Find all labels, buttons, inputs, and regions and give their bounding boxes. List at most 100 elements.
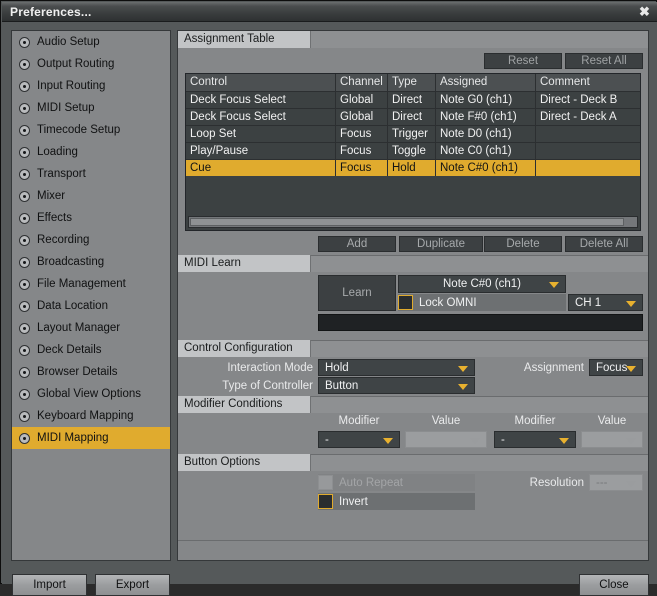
sidebar-item-label: Data Location bbox=[37, 300, 108, 312]
sidebar-item-midi-setup[interactable]: MIDI Setup bbox=[12, 97, 170, 119]
delete-button[interactable]: Delete bbox=[484, 236, 562, 252]
sidebar-item-keyboard-mapping[interactable]: Keyboard Mapping bbox=[12, 405, 170, 427]
invert-row[interactable]: Invert bbox=[318, 493, 475, 510]
sidebar-item-timecode-setup[interactable]: Timecode Setup bbox=[12, 119, 170, 141]
dialog-body: Audio Setup Output RoutingInput Routing MI… bbox=[2, 22, 657, 584]
sidebar-item-effects[interactable]: Effects bbox=[12, 207, 170, 229]
interaction-mode-dropdown[interactable]: Hold bbox=[318, 359, 475, 376]
control-configuration-section-title: Control Configuration bbox=[178, 340, 311, 357]
column-header-assigned[interactable]: Assigned bbox=[436, 74, 536, 91]
modifier-2-dropdown[interactable]: - bbox=[494, 431, 576, 448]
preferences-window: Preferences... ✖ Audio SetupOutput Routi… bbox=[0, 0, 657, 584]
table-cell-assigned: Note G0 (ch1) bbox=[436, 91, 536, 108]
table-row[interactable]: CueFocusHoldNote C#0 (ch1) bbox=[186, 159, 640, 176]
radio-icon bbox=[19, 411, 30, 422]
table-row[interactable]: Play/PauseFocusToggleNote C0 (ch1) bbox=[186, 142, 640, 159]
close-button[interactable]: Close bbox=[579, 574, 649, 596]
table-row[interactable]: Loop SetFocusTriggerNote D0 (ch1) bbox=[186, 125, 640, 142]
radio-icon bbox=[19, 235, 30, 246]
table-cell-comment: Direct - Deck A bbox=[536, 108, 640, 125]
learn-button[interactable]: Learn bbox=[318, 275, 396, 311]
reset-button[interactable]: Reset bbox=[484, 53, 562, 69]
midi-note-dropdown[interactable]: Note C#0 (ch1) bbox=[398, 275, 566, 293]
sidebar-item-input-routing[interactable]: Input Routing bbox=[12, 75, 170, 97]
lock-omni-checkbox[interactable] bbox=[398, 295, 413, 310]
chevron-down-icon bbox=[470, 438, 480, 444]
sidebar-item-label: Global View Options bbox=[37, 388, 141, 400]
sidebar-item-browser-details[interactable]: Browser Details bbox=[12, 361, 170, 383]
table-cell-type: Trigger bbox=[388, 125, 436, 142]
table-cell-assigned: Note C0 (ch1) bbox=[436, 142, 536, 159]
export-button[interactable]: Export bbox=[95, 574, 170, 596]
lock-omni-row[interactable]: Lock OMNI bbox=[398, 294, 566, 311]
auto-repeat-label: Auto Repeat bbox=[339, 477, 403, 489]
duplicate-button[interactable]: Duplicate bbox=[399, 236, 483, 252]
column-header-comment[interactable]: Comment bbox=[536, 74, 640, 91]
modifier-conditions-section-title: Modifier Conditions bbox=[178, 396, 311, 413]
sidebar-item-transport[interactable]: Transport bbox=[12, 163, 170, 185]
sidebar-item-data-location[interactable]: Data Location bbox=[12, 295, 170, 317]
type-of-controller-label: Type of Controller bbox=[188, 380, 313, 392]
sidebar-item-audio-setup[interactable]: Audio Setup bbox=[12, 31, 170, 53]
table-cell-assigned: Note D0 (ch1) bbox=[436, 125, 536, 142]
sidebar-item-label: Keyboard Mapping bbox=[37, 410, 134, 422]
table-cell-assigned: Note F#0 (ch1) bbox=[436, 108, 536, 125]
modifier-2-label: Modifier bbox=[494, 415, 576, 427]
table-cell-comment bbox=[536, 125, 640, 142]
sidebar-item-label: Audio Setup bbox=[37, 36, 100, 48]
reset-all-button[interactable]: Reset All bbox=[565, 53, 643, 69]
resolution-value: --- bbox=[596, 477, 608, 489]
sidebar-item-loading[interactable]: Loading bbox=[12, 141, 170, 163]
radio-icon bbox=[19, 59, 30, 70]
table-row[interactable]: Deck Focus SelectGlobalDirectNote F#0 (c… bbox=[186, 108, 640, 125]
import-button[interactable]: Import bbox=[12, 574, 87, 596]
type-of-controller-dropdown[interactable]: Button bbox=[318, 377, 475, 394]
value-2-dropdown[interactable] bbox=[581, 431, 643, 448]
midi-channel-dropdown[interactable]: CH 1 bbox=[568, 294, 643, 311]
table-cell-comment: Direct - Deck B bbox=[536, 91, 640, 108]
column-header-type[interactable]: Type bbox=[388, 74, 436, 91]
sidebar-item-recording[interactable]: Recording bbox=[12, 229, 170, 251]
radio-icon bbox=[19, 257, 30, 268]
resolution-dropdown[interactable]: --- bbox=[589, 474, 643, 491]
invert-checkbox[interactable] bbox=[318, 494, 333, 509]
radio-icon bbox=[19, 169, 30, 180]
close-x-icon[interactable]: ✖ bbox=[637, 4, 652, 19]
sidebar-item-label: Browser Details bbox=[37, 366, 118, 378]
sidebar-item-label: Deck Details bbox=[37, 344, 102, 356]
sidebar-item-global-view-options[interactable]: Global View Options bbox=[12, 383, 170, 405]
chevron-down-icon bbox=[559, 438, 569, 444]
assignment-table[interactable]: Control Channel Type Assigned Comment De… bbox=[185, 73, 641, 231]
delete-all-button[interactable]: Delete All bbox=[565, 236, 643, 252]
sidebar-item-file-management[interactable]: File Management bbox=[12, 273, 170, 295]
auto-repeat-checkbox[interactable] bbox=[318, 475, 333, 490]
sidebar-item-broadcasting[interactable]: Broadcasting bbox=[12, 251, 170, 273]
sidebar-item-label: MIDI Setup bbox=[37, 102, 95, 114]
modifier-1-dropdown[interactable]: - bbox=[318, 431, 400, 448]
sidebar-item-output-routing[interactable]: Output Routing bbox=[12, 53, 170, 75]
sidebar-item-deck-details[interactable]: Deck Details bbox=[12, 339, 170, 361]
radio-icon bbox=[19, 213, 30, 224]
column-header-channel[interactable]: Channel bbox=[336, 74, 388, 91]
sidebar-item-layout-manager[interactable]: Layout Manager bbox=[12, 317, 170, 339]
value-2-label: Value bbox=[581, 415, 643, 427]
add-button[interactable]: Add bbox=[318, 236, 396, 252]
table-cell-comment bbox=[536, 142, 640, 159]
column-header-control[interactable]: Control bbox=[186, 74, 336, 91]
table-cell-channel: Focus bbox=[336, 125, 388, 142]
value-1-dropdown[interactable] bbox=[405, 431, 487, 448]
sidebar-item-label: Mixer bbox=[37, 190, 65, 202]
table-horizontal-scrollbar[interactable] bbox=[188, 216, 638, 228]
table-scrollbar-thumb[interactable] bbox=[190, 218, 624, 226]
assignment-dropdown[interactable]: Focus bbox=[589, 359, 643, 376]
comment-input[interactable] bbox=[318, 314, 643, 331]
radio-icon bbox=[19, 367, 30, 378]
table-cell-type: Direct bbox=[388, 91, 436, 108]
table-row[interactable]: Deck Focus SelectGlobalDirectNote G0 (ch… bbox=[186, 91, 640, 108]
assignment-table-section-title: Assignment Table bbox=[178, 31, 311, 48]
table-cell-channel: Global bbox=[336, 108, 388, 125]
table-cell-type: Toggle bbox=[388, 142, 436, 159]
sidebar-item-midi-mapping[interactable]: MIDI Mapping bbox=[12, 427, 170, 449]
auto-repeat-row[interactable]: Auto Repeat bbox=[318, 474, 475, 491]
sidebar-item-mixer[interactable]: Mixer bbox=[12, 185, 170, 207]
